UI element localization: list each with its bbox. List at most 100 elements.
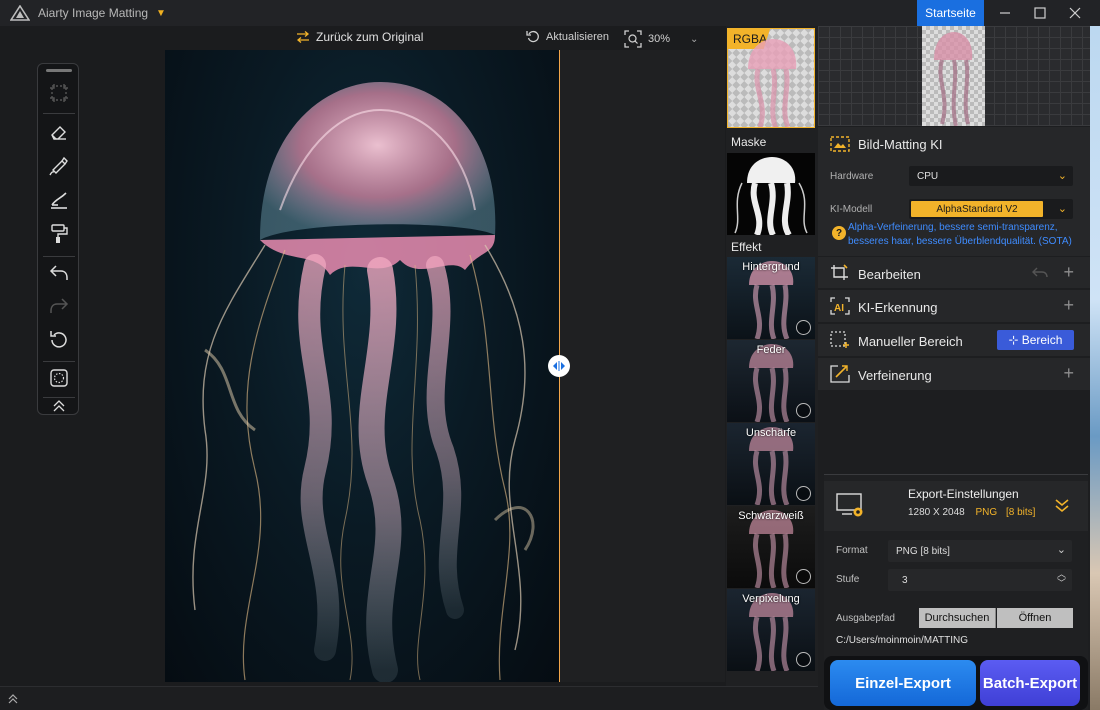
batch-export-button[interactable]: Batch-Export bbox=[980, 660, 1080, 706]
level-stepper[interactable]: 3 ︿ ﹀ bbox=[888, 569, 1072, 591]
format-label: Format bbox=[836, 545, 868, 556]
zoom-control[interactable]: 30% ⌄ bbox=[624, 30, 698, 48]
panel-ai-detection-expand-icon[interactable]: + bbox=[1063, 296, 1074, 314]
split-arrows-icon bbox=[553, 361, 565, 371]
panel-manual-area[interactable]: Manueller Bereich ⊹ Bereich bbox=[818, 324, 1090, 356]
open-button[interactable]: Öffnen bbox=[997, 608, 1073, 628]
chevron-down-icon: ⌄ bbox=[1057, 170, 1067, 182]
panel-ai-detection-title: KI-Erkennung bbox=[858, 300, 938, 315]
level-value: 3 bbox=[902, 574, 908, 586]
image-matting-icon bbox=[830, 136, 850, 152]
model-value: AlphaStandard V2 bbox=[911, 201, 1043, 217]
swap-icon bbox=[296, 31, 310, 43]
close-icon[interactable] bbox=[1058, 0, 1092, 26]
export-dimensions: 1280 X 2048 PNG [8 bits] bbox=[908, 507, 1035, 518]
panel-edit[interactable]: Bearbeiten + bbox=[818, 256, 1090, 288]
mask-thumbnail[interactable] bbox=[727, 153, 815, 235]
output-preview bbox=[818, 26, 1090, 126]
export-settings-header[interactable]: Export-Einstellungen 1280 X 2048 PNG [8 … bbox=[824, 481, 1088, 531]
back-to-original-button[interactable]: Zurück zum Original bbox=[296, 30, 423, 44]
sweep-brush-icon[interactable] bbox=[46, 187, 72, 213]
effect-feather[interactable]: Feder bbox=[727, 340, 815, 422]
format-select[interactable]: PNG [8 bits] ⌄ bbox=[888, 540, 1072, 562]
eraser-icon[interactable] bbox=[46, 119, 72, 145]
area-button[interactable]: ⊹ Bereich bbox=[997, 330, 1074, 350]
refine-icon bbox=[830, 365, 850, 383]
effect-background-toggle[interactable] bbox=[796, 320, 811, 335]
effect-pixelate-toggle[interactable] bbox=[796, 652, 811, 667]
effect-label: Effekt bbox=[731, 240, 762, 254]
crop-icon[interactable] bbox=[46, 80, 72, 106]
zoom-fit-icon bbox=[624, 30, 642, 48]
jellyfish-illustration bbox=[192, 82, 535, 682]
effect-pixelate[interactable]: Verpixelung bbox=[727, 589, 815, 671]
reset-icon[interactable] bbox=[46, 327, 72, 353]
panel-edit-expand-icon[interactable]: + bbox=[1063, 263, 1074, 281]
hardware-select[interactable]: CPU ⌄ bbox=[909, 166, 1073, 186]
app-title: Aiarty Image Matting bbox=[38, 6, 149, 20]
area-button-label: Bereich bbox=[1021, 333, 1063, 347]
effects-strip: RGBA Maske Effekt Hintergrund Feder Unsc… bbox=[726, 26, 818, 686]
panel-matting-title: Bild-Matting KI bbox=[858, 137, 943, 152]
panel-ai-detection[interactable]: AI KI-Erkennung + bbox=[818, 290, 1090, 322]
expand-up-icon[interactable] bbox=[7, 693, 19, 705]
collapse-up-icon[interactable] bbox=[46, 398, 72, 414]
export-settings-icon bbox=[836, 493, 863, 517]
redo-icon bbox=[46, 293, 72, 319]
crosshair-icon: ⊹ bbox=[1008, 333, 1019, 347]
refresh-icon bbox=[526, 30, 539, 43]
chevron-down-icon: ⌄ bbox=[1057, 203, 1067, 215]
effect-blur-label: Unschärfe bbox=[745, 427, 797, 439]
model-hint: Alpha-Verfeinerung, bessere semi-transpa… bbox=[848, 222, 1072, 247]
effect-black-white[interactable]: Schwarzweiß bbox=[727, 506, 815, 588]
effect-background-label: Hintergrund bbox=[742, 261, 800, 273]
brush-icon[interactable] bbox=[46, 153, 72, 179]
panel-refinement[interactable]: Verfeinerung + bbox=[818, 358, 1090, 390]
background-window-edge bbox=[1090, 26, 1100, 710]
undo-icon[interactable] bbox=[1032, 266, 1048, 280]
effect-black-white-label: Schwarzweiß bbox=[738, 510, 804, 522]
right-panel: Bild-Matting KI Hardware CPU ⌄ KI-Modell… bbox=[818, 26, 1100, 710]
manual-area-icon bbox=[830, 331, 849, 348]
refresh-button[interactable]: Aktualisieren bbox=[526, 30, 609, 44]
effect-feather-toggle[interactable] bbox=[796, 403, 811, 418]
hardware-label: Hardware bbox=[830, 171, 874, 182]
compare-split-handle[interactable] bbox=[548, 355, 570, 377]
app-logo-icon bbox=[10, 5, 30, 21]
panel-refinement-title: Verfeinerung bbox=[858, 368, 932, 383]
model-label: KI-Modell bbox=[830, 204, 873, 215]
effect-blur[interactable]: Unschärfe bbox=[727, 423, 815, 505]
panel-manual-area-title: Manueller Bereich bbox=[858, 334, 963, 349]
rgba-preview-graphic bbox=[748, 39, 797, 127]
bottom-strip bbox=[0, 686, 818, 710]
model-select[interactable]: AlphaStandard V2 ⌄ bbox=[909, 199, 1073, 219]
hardware-value: CPU bbox=[917, 170, 939, 182]
level-label: Stufe bbox=[836, 574, 860, 585]
single-export-button[interactable]: Einzel-Export bbox=[830, 660, 976, 706]
help-icon[interactable]: ? bbox=[832, 226, 846, 240]
panel-refinement-expand-icon[interactable]: + bbox=[1063, 364, 1074, 382]
minimize-icon[interactable] bbox=[988, 0, 1022, 26]
output-preview-image bbox=[922, 26, 985, 126]
stepper-icon[interactable]: ︿ ﹀ bbox=[1057, 570, 1066, 588]
maximize-icon[interactable] bbox=[1023, 0, 1057, 26]
browse-button[interactable]: Durchsuchen bbox=[919, 608, 996, 628]
zoom-chevron-down-icon[interactable]: ⌄ bbox=[690, 34, 698, 45]
effect-background[interactable]: Hintergrund bbox=[727, 257, 815, 339]
paint-roller-icon[interactable] bbox=[46, 221, 72, 247]
palette-grip[interactable] bbox=[46, 69, 72, 72]
undo-icon[interactable] bbox=[46, 260, 72, 286]
home-button[interactable]: Startseite bbox=[917, 0, 984, 26]
format-value: PNG [8 bits] bbox=[896, 545, 950, 557]
effect-blur-toggle[interactable] bbox=[796, 486, 811, 501]
effect-black-white-toggle[interactable] bbox=[796, 569, 811, 584]
export-bits-badge: [8 bits] bbox=[1005, 507, 1036, 518]
panel-edit-title: Bearbeiten bbox=[858, 267, 921, 282]
selection-area-icon[interactable] bbox=[46, 365, 72, 391]
app-menu-chevron-icon[interactable]: ▼ bbox=[156, 8, 166, 19]
mask-label: Maske bbox=[731, 135, 767, 149]
collapse-chevron-icon[interactable] bbox=[1054, 497, 1070, 513]
panel-matting: Bild-Matting KI Hardware CPU ⌄ KI-Modell… bbox=[818, 127, 1090, 259]
rgba-thumbnail[interactable]: RGBA bbox=[727, 28, 815, 128]
back-to-original-label: Zurück zum Original bbox=[316, 30, 424, 44]
